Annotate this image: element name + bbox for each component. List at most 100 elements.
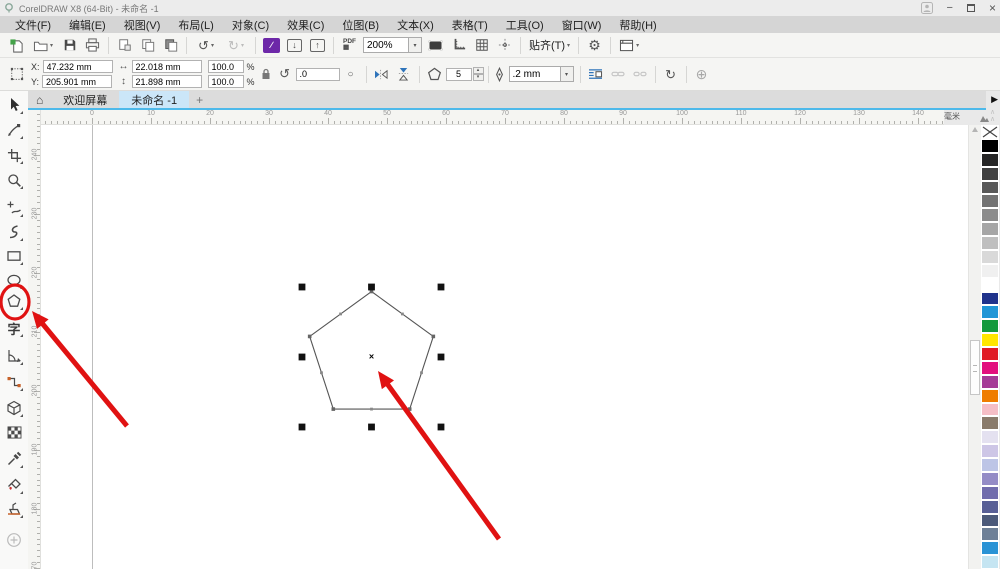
smart-fill-tool[interactable] xyxy=(2,497,26,521)
dimension-tool[interactable] xyxy=(2,344,26,368)
object-height-field[interactable] xyxy=(131,75,202,88)
freehand-tool[interactable] xyxy=(2,196,26,220)
color-swatch[interactable] xyxy=(981,374,999,389)
color-swatch[interactable] xyxy=(981,152,999,167)
menu-item-object[interactable]: 对象(C) xyxy=(223,16,278,34)
color-swatch[interactable] xyxy=(981,180,999,195)
undo-button[interactable]: ↺ ▾ xyxy=(191,35,221,56)
save-button[interactable] xyxy=(58,35,81,56)
color-swatch[interactable] xyxy=(981,333,999,347)
zoom-level-dropdown-icon[interactable]: ▾ xyxy=(409,37,422,53)
open-dropdown-icon[interactable]: ▾ xyxy=(50,42,53,49)
restore-button[interactable] xyxy=(966,4,975,12)
quick-customize-button[interactable]: ⊕ xyxy=(691,63,713,85)
color-swatch[interactable] xyxy=(981,527,999,542)
zoom-tool[interactable] xyxy=(2,168,26,192)
menu-item-edit[interactable]: 编辑(E) xyxy=(60,16,115,34)
rotation-angle-field[interactable] xyxy=(295,67,340,81)
rotation-center-icon[interactable]: ○ xyxy=(340,63,362,85)
publish-pdf-button[interactable]: PDF ▦ xyxy=(338,35,361,56)
menu-item-text[interactable]: 文本(X) xyxy=(388,16,443,34)
menu-item-help[interactable]: 帮助(H) xyxy=(610,16,665,34)
color-swatch[interactable] xyxy=(981,555,999,569)
snap-to-button[interactable]: 贴齐(T) ▾ xyxy=(525,37,574,53)
color-swatch[interactable] xyxy=(981,541,999,556)
color-swatch[interactable] xyxy=(981,138,999,153)
color-swatch[interactable] xyxy=(981,249,999,264)
scale-x-field[interactable] xyxy=(207,60,244,73)
color-swatch[interactable] xyxy=(981,263,999,278)
transparency-tool[interactable] xyxy=(2,420,26,444)
export-button[interactable]: ↑ xyxy=(306,35,329,56)
color-swatch[interactable] xyxy=(981,471,999,486)
artistic-media-tool[interactable] xyxy=(2,220,26,244)
palette-scroll-up-icon[interactable]: ∧ ∧ xyxy=(990,109,995,123)
zoom-level-input[interactable] xyxy=(363,37,409,53)
convert-to-curves-button[interactable]: ↻ xyxy=(660,63,682,85)
new-document-tab-button[interactable]: + xyxy=(189,91,210,108)
color-swatch[interactable] xyxy=(981,430,999,445)
color-swatch[interactable] xyxy=(981,236,999,250)
mirror-vertical-button[interactable] xyxy=(393,63,415,85)
search-content-button[interactable]: ∕ xyxy=(260,35,283,56)
menu-item-tools[interactable]: 工具(O) xyxy=(497,16,553,34)
extrude-tool[interactable] xyxy=(2,396,26,420)
show-guidelines-button[interactable] xyxy=(493,35,516,56)
print-button[interactable] xyxy=(81,35,104,56)
color-swatch[interactable] xyxy=(981,222,999,236)
tab-scroll-right-icon[interactable]: ▶ xyxy=(991,94,998,105)
cut-button[interactable] xyxy=(113,35,136,56)
tab-welcome-screen[interactable]: 欢迎屏幕 xyxy=(51,91,119,108)
x-position-field[interactable] xyxy=(42,60,113,73)
color-swatch[interactable] xyxy=(981,458,999,472)
drawing-canvas[interactable]: × xyxy=(41,125,968,569)
text-tool[interactable]: 字 xyxy=(2,316,26,340)
color-swatch[interactable] xyxy=(981,402,999,417)
crop-tool[interactable] xyxy=(2,143,26,167)
scrollbar-thumb[interactable] xyxy=(970,340,980,395)
welcome-home-icon[interactable]: ⌂ xyxy=(28,91,51,108)
mirror-horizontal-button[interactable] xyxy=(371,63,393,85)
color-swatch[interactable] xyxy=(981,305,999,320)
minimize-button[interactable]: − xyxy=(947,1,953,15)
wrap-text-link-button[interactable] xyxy=(607,63,629,85)
redo-button[interactable]: ↻ ▾ xyxy=(221,35,251,56)
color-swatch[interactable] xyxy=(981,360,999,375)
outline-width-dropdown-icon[interactable]: ▾ xyxy=(560,66,574,82)
lock-ratio-icon[interactable] xyxy=(258,63,274,85)
scroll-up-icon[interactable] xyxy=(972,127,978,132)
show-grid-button[interactable] xyxy=(470,35,493,56)
color-swatch[interactable] xyxy=(981,444,999,458)
menu-item-effects[interactable]: 效果(C) xyxy=(278,16,333,34)
shape-tool[interactable] xyxy=(2,118,26,142)
color-swatch[interactable] xyxy=(981,166,999,181)
open-button[interactable]: ▾ xyxy=(28,35,58,56)
connector-tool[interactable] xyxy=(2,370,26,394)
fullscreen-preview-button[interactable] xyxy=(424,35,447,56)
menu-item-view[interactable]: 视图(V) xyxy=(115,16,170,34)
color-swatch[interactable] xyxy=(981,416,999,431)
pentagon-shape[interactable]: × xyxy=(41,125,968,569)
application-launcher-button[interactable]: ▾ xyxy=(615,39,643,52)
close-button[interactable]: × xyxy=(989,1,996,15)
menu-item-file[interactable]: 文件(F) xyxy=(6,16,60,34)
text-wrap-button[interactable] xyxy=(585,63,607,85)
interactive-fill-tool[interactable] xyxy=(2,473,26,497)
no-color-swatch[interactable] xyxy=(981,125,999,139)
import-button[interactable]: ↓ xyxy=(283,35,306,56)
color-swatch[interactable] xyxy=(981,208,999,223)
menu-item-table[interactable]: 表格(T) xyxy=(443,16,497,34)
copy-button[interactable] xyxy=(136,35,159,56)
options-button[interactable]: ⚙ xyxy=(583,35,606,56)
y-position-field[interactable] xyxy=(42,75,113,88)
color-swatch[interactable] xyxy=(981,485,999,500)
color-swatch[interactable] xyxy=(981,499,999,514)
menu-item-bitmaps[interactable]: 位图(B) xyxy=(333,16,388,34)
horizontal-ruler[interactable]: 0 10 20 30 40 50 60 70 80 90 100 110 120 130 140 xyxy=(41,110,944,125)
outline-width-field[interactable] xyxy=(508,66,561,82)
account-icon[interactable] xyxy=(920,2,933,14)
menu-item-window[interactable]: 窗口(W) xyxy=(553,16,611,34)
color-swatch[interactable] xyxy=(981,513,999,528)
menu-item-layout[interactable]: 布局(L) xyxy=(169,16,222,34)
vertical-ruler[interactable]: 240 230 220 210 200 190 180 170 xyxy=(28,110,41,569)
